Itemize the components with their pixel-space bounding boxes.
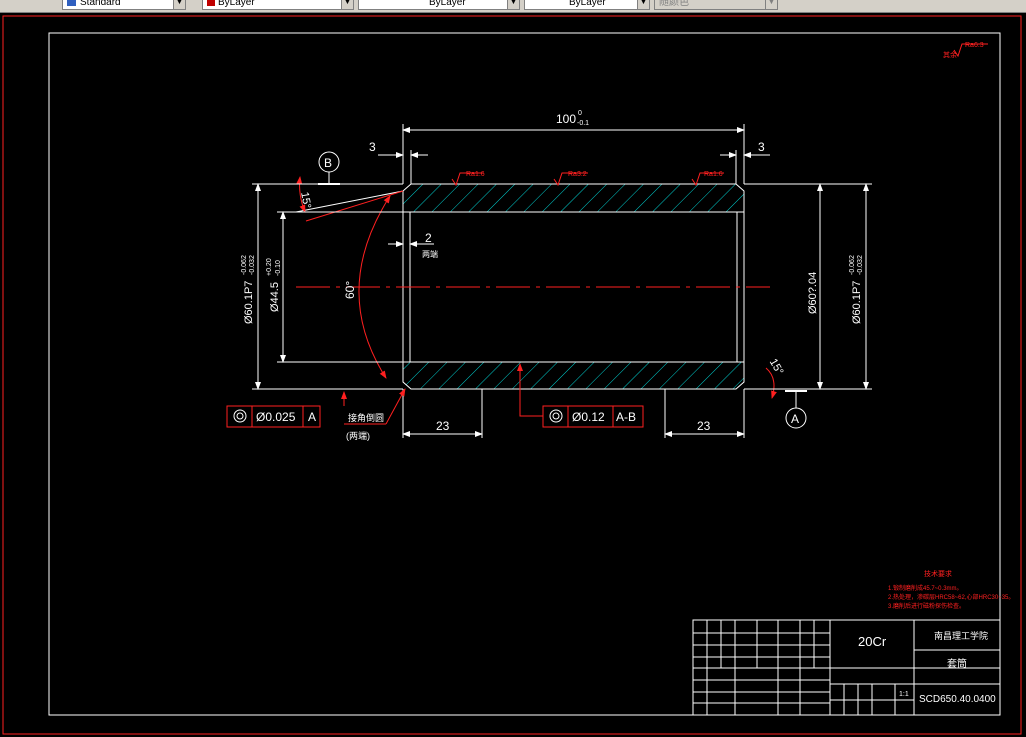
- svg-text:Ø60?.04: Ø60?.04: [807, 272, 819, 314]
- datum-b-symbol[interactable]: B: [318, 151, 340, 185]
- drawing-number: SCD650.40.0400: [919, 694, 996, 705]
- datum-a-symbol[interactable]: A: [785, 390, 807, 429]
- svg-text:A: A: [308, 410, 316, 424]
- chevron-down-icon: ▼: [637, 0, 649, 9]
- svg-text:+0.20: +0.20: [266, 258, 273, 276]
- svg-text:-0.032: -0.032: [857, 255, 864, 275]
- svg-text:Ra1.6: Ra1.6: [466, 171, 485, 178]
- textstyle-icon: [67, 0, 76, 7]
- dim-len-right[interactable]: 23: [664, 389, 745, 438]
- color-value: ByLayer: [218, 0, 255, 8]
- dim-overall-value: 100: [556, 112, 576, 126]
- fcf-left[interactable]: Ø0.025 A: [226, 391, 347, 428]
- svg-text:(两端): (两端): [346, 430, 370, 441]
- dim-overall-tol-upper: 0: [578, 110, 582, 117]
- chevron-down-icon: ▼: [507, 0, 519, 9]
- svg-text:15°: 15°: [767, 357, 786, 377]
- linetype-value: ByLayer: [429, 0, 466, 8]
- dim-len-left[interactable]: 23: [402, 389, 483, 438]
- technical-notes: 技术要求 1.锻制磨削成45.7~0.3mm。 2.热处理，渗碳层HRC58~6…: [888, 569, 1014, 610]
- material-text: 20Cr: [858, 634, 887, 649]
- svg-text:-0.062: -0.062: [241, 255, 248, 275]
- angle-right[interactable]: 15°: [765, 357, 786, 399]
- svg-text:-0.10: -0.10: [275, 260, 282, 276]
- drawing-canvas[interactable]: 100 0 -0.1 3 3 Ra1.6 Ra3.2 Ra1.6 其余 Ra6.…: [0, 12, 1026, 737]
- school-name: 南昌理工学院: [934, 630, 988, 641]
- dim-chamfer-right[interactable]: 3: [720, 140, 770, 184]
- svg-text:Ø44.5: Ø44.5: [269, 282, 281, 312]
- roughness-mid: Ra3.2: [553, 171, 588, 187]
- svg-text:23: 23: [697, 419, 711, 433]
- svg-text:2: 2: [425, 231, 432, 245]
- scale-text: 1:1: [899, 691, 909, 698]
- svg-text:Ø0.12: Ø0.12: [572, 410, 605, 424]
- svg-text:A: A: [791, 412, 799, 426]
- dim-chamfer-2[interactable]: 2 两端: [388, 231, 438, 259]
- svg-text:Ø0.025: Ø0.025: [256, 410, 296, 424]
- svg-text:-0.062: -0.062: [849, 255, 856, 275]
- svg-text:B: B: [324, 156, 332, 170]
- svg-text:技术要求: 技术要求: [924, 569, 952, 578]
- linetype-dropdown[interactable]: ByLayer ▼: [358, 0, 520, 10]
- svg-text:Ra1.6: Ra1.6: [704, 171, 723, 178]
- plotstyle-value: 随颜色: [659, 0, 689, 8]
- concentricity-icon: [233, 409, 247, 423]
- svg-text:15°: 15°: [298, 191, 313, 209]
- textstyle-value: Standard: [80, 0, 121, 8]
- note-edge-round: 接角倒圆 (两端): [344, 388, 406, 441]
- svg-text:3.磨削后进行磁粉探伤检查。: 3.磨削后进行磁粉探伤检查。: [888, 602, 965, 610]
- dim-chamfer-left[interactable]: 3: [369, 140, 428, 184]
- concentricity-icon: [549, 409, 563, 423]
- chevron-down-icon: ▼: [173, 0, 185, 9]
- svg-text:Ø60.1P7: Ø60.1P7: [851, 281, 863, 324]
- plotstyle-dropdown[interactable]: 随颜色 ▼: [654, 0, 778, 10]
- svg-text:接角倒圆: 接角倒圆: [348, 412, 384, 423]
- lineweight-dropdown[interactable]: ByLayer ▼: [524, 0, 650, 10]
- dim-chamfer-right-value: 3: [758, 140, 765, 154]
- angle-left[interactable]: 15°: [295, 176, 404, 213]
- hatch-bottom: [402, 361, 745, 390]
- lineweight-value: ByLayer: [569, 0, 606, 8]
- dim-bore[interactable]: Ø44.5 +0.20 -0.10: [266, 211, 403, 363]
- part-name: 套筒: [947, 657, 967, 670]
- part-section: [296, 183, 770, 390]
- svg-text:1.锻制磨削成45.7~0.3mm。: 1.锻制磨削成45.7~0.3mm。: [888, 584, 963, 592]
- svg-text:60°: 60°: [343, 281, 357, 299]
- svg-text:A-B: A-B: [616, 410, 636, 424]
- color-dropdown[interactable]: ByLayer ▼: [202, 0, 354, 10]
- svg-text:两端: 两端: [422, 249, 438, 259]
- svg-text:Ra3.2: Ra3.2: [568, 171, 587, 178]
- hatch-top: [402, 183, 745, 213]
- dim-overall-tol-lower: -0.1: [577, 120, 589, 127]
- chevron-down-icon: ▼: [341, 0, 353, 9]
- svg-text:2.热处理，渗碳层HRC58~62,心部HRC30~35。: 2.热处理，渗碳层HRC58~62,心部HRC30~35。: [888, 593, 1014, 601]
- svg-text:23: 23: [436, 419, 450, 433]
- chevron-down-icon: ▼: [765, 0, 777, 9]
- dim-chamfer-left-value: 3: [369, 140, 376, 154]
- svg-text:-0.032: -0.032: [249, 255, 256, 275]
- roughness-right: Ra1.6: [691, 171, 724, 187]
- color-swatch-icon: [207, 0, 215, 7]
- textstyle-dropdown[interactable]: Standard ▼: [62, 0, 186, 10]
- roughness-left: Ra1.6: [451, 171, 485, 187]
- svg-text:Ø60.1P7: Ø60.1P7: [243, 281, 255, 324]
- angle-60[interactable]: 60°: [305, 190, 404, 379]
- roughness-rest: 其余 Ra6.3: [943, 42, 988, 59]
- svg-text:Ra6.3: Ra6.3: [965, 42, 984, 49]
